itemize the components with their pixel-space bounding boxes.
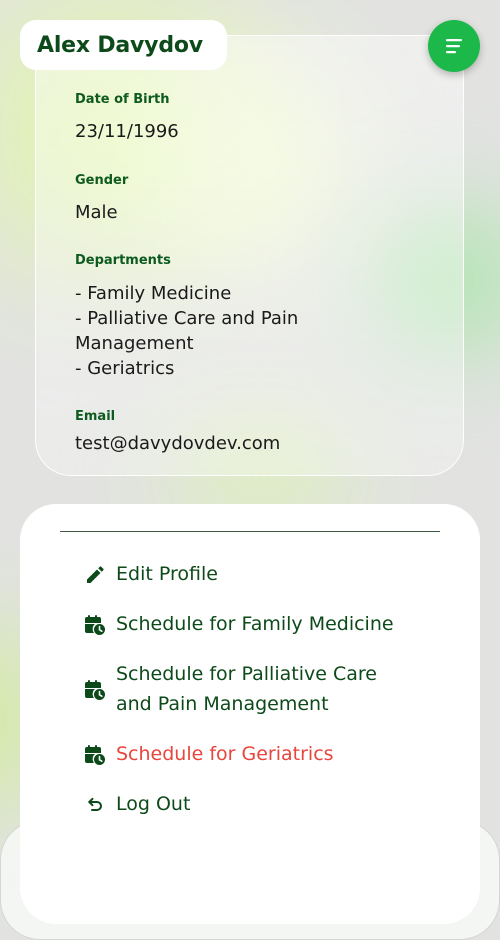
email-value: test@davydovdev.com [75,433,281,454]
schedule-family-medicine-button[interactable]: Schedule for Family Medicine [20,609,480,639]
department-item: - Family Medicine [75,283,232,304]
department-item: Management [75,333,194,354]
profile-name: Alex Davydov [20,20,227,70]
undo-arrow-icon [84,794,106,816]
menu-button[interactable] [428,20,480,72]
department-item: - Geriatrics [75,358,175,379]
schedule-geriatrics-label: Schedule for Geriatrics [116,743,334,765]
edit-profile-label: Edit Profile [116,563,218,585]
gender-label: Gender [75,173,129,188]
schedule-palliative-care-label-line2: and Pain Management [116,693,329,715]
departments-list: - Family Medicine - Palliative Care and … [75,281,298,381]
calendar-clock-icon [84,679,106,701]
email-label: Email [75,409,116,424]
menu-icon [446,39,462,54]
calendar-clock-icon [84,744,106,766]
log-out-button[interactable]: Log Out [20,789,480,819]
gender-value: Male [75,202,118,223]
log-out-label: Log Out [116,793,191,815]
dob-label: Date of Birth [75,92,170,107]
departments-label: Departments [75,253,171,268]
department-item: - Palliative Care and Pain [75,308,299,329]
schedule-family-medicine-label: Schedule for Family Medicine [116,613,394,635]
calendar-clock-icon [84,614,106,636]
dob-value: 23/11/1996 [75,121,179,142]
schedule-geriatrics-button[interactable]: Schedule for Geriatrics [20,739,480,769]
edit-profile-button[interactable]: Edit Profile [20,559,480,589]
pencil-icon [84,564,106,586]
divider [60,531,440,532]
actions-card: Edit Profile Schedule for Family Medicin… [20,504,480,924]
schedule-palliative-care-label-line1: Schedule for Palliative Care [116,663,377,685]
schedule-palliative-care-button[interactable]: Schedule for Palliative Care and Pain Ma… [20,659,480,719]
